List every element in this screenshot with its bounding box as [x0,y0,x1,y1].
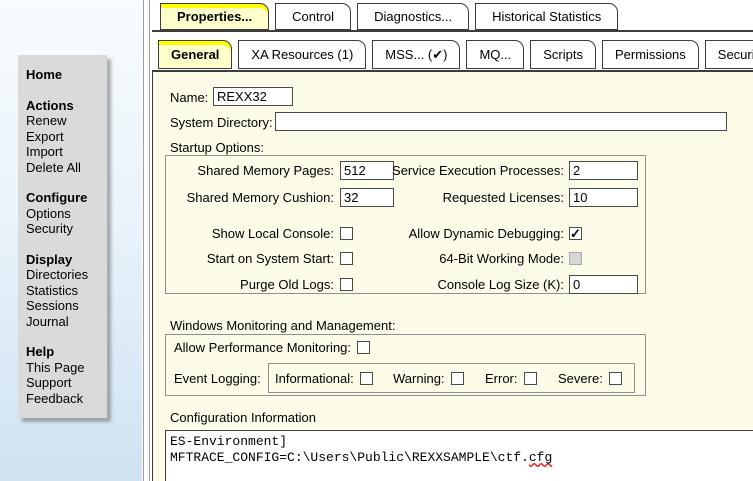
sidebar-item-statistics[interactable]: Statistics [26,283,103,299]
name-input[interactable] [213,87,293,106]
64bit-working-mode-label: 64-Bit Working Mode: [346,251,564,266]
shared-memory-pages-label: Shared Memory Pages: [166,163,334,178]
console-log-size-input[interactable] [569,275,638,294]
console-log-size-label: Console Log Size (K): [346,277,564,292]
check-icon: ✓ [570,227,581,240]
sidebar-item-options[interactable]: Options [26,206,103,222]
sidebar-heading-display: Display [26,252,103,268]
tab-mss[interactable]: MSS... (✔) [372,40,460,69]
tab-general[interactable]: General [158,40,232,69]
monitoring-groupbox: Allow Performance Monitoring: Event Logg… [165,334,646,396]
tab-mq[interactable]: MQ... [466,40,524,69]
event-logging-levels-box: Informational: Warning: Error: Severe: [268,363,635,393]
sidebar-item-sessions[interactable]: Sessions [26,298,103,314]
allow-dynamic-debugging-label: Allow Dynamic Debugging: [346,226,564,241]
sidebar-section-home: Home [26,67,103,83]
sidebar-heading-help: Help [26,344,103,360]
informational-label: Informational: [275,371,354,386]
primary-tab-baseline [152,30,753,32]
sidebar-item-support[interactable]: Support [26,375,103,391]
sidebar-heading-configure: Configure [26,190,103,206]
configuration-information-label: Configuration Information [170,410,316,425]
sidebar-item-directories[interactable]: Directories [26,267,103,283]
sidebar-item-security[interactable]: Security [26,221,103,237]
navigation-frame: Home Actions Renew Export Import Delete … [0,0,142,481]
shared-memory-cushion-label: Shared Memory Cushion: [166,190,334,205]
sidebar-section-actions: Actions Renew Export Import Delete All [26,98,103,176]
sidebar-item-this-page[interactable]: This Page [26,360,103,376]
config-line-1: ES-Environment] [170,434,287,449]
tab-properties[interactable]: Properties... [160,3,269,30]
tab-control[interactable]: Control [275,3,351,30]
show-local-console-label: Show Local Console: [166,226,334,241]
sidebar-item-journal[interactable]: Journal [26,314,103,330]
secondary-tab-bar: General XA Resources (1) MSS... (✔) MQ..… [158,40,753,69]
system-directory-input[interactable] [275,112,727,131]
sidebar-item-delete-all[interactable]: Delete All [26,160,103,176]
requested-licenses-input[interactable] [569,188,638,207]
windows-monitoring-label: Windows Monitoring and Management: [170,318,395,333]
frame-divider-line [143,0,144,481]
severe-checkbox[interactable] [609,372,622,385]
allow-performance-monitoring-checkbox[interactable] [357,341,370,354]
primary-tab-bar: Properties... Control Diagnostics... His… [160,3,618,30]
startup-options-groupbox: Shared Memory Pages: Service Execution P… [165,155,646,294]
start-on-system-start-label: Start on System Start: [166,251,334,266]
system-directory-label: System Directory: [170,115,273,130]
purge-old-logs-label: Purge Old Logs: [166,277,334,292]
sidebar-item-export[interactable]: Export [26,129,103,145]
event-logging-label: Event Logging: [174,371,261,386]
startup-options-label: Startup Options: [170,140,264,155]
warning-label: Warning: [393,371,445,386]
allow-dynamic-debugging-checkbox[interactable]: ✓ [569,227,582,240]
main-frame: Properties... Control Diagnostics... His… [150,0,753,481]
sidebar-section-configure: Configure Options Security [26,190,103,237]
tab-scripts[interactable]: Scripts [530,40,596,69]
severe-label: Severe: [558,371,603,386]
sidebar-section-display: Display Directories Statistics Sessions … [26,252,103,330]
tab-security[interactable]: Security [705,40,753,69]
name-label: Name: [170,90,208,105]
error-checkbox[interactable] [524,372,537,385]
sidebar-item-renew[interactable]: Renew [26,113,103,129]
tab-diagnostics[interactable]: Diagnostics... [357,3,469,30]
allow-performance-monitoring-label: Allow Performance Monitoring: [174,340,351,355]
admin-console-page: Home Actions Renew Export Import Delete … [0,0,753,481]
tab-historical-statistics[interactable]: Historical Statistics [475,3,618,30]
error-label: Error: [485,371,518,386]
sidebar-item-feedback[interactable]: Feedback [26,391,103,407]
service-execution-processes-input[interactable] [569,161,638,180]
configuration-information-textarea[interactable]: ES-Environment]MFTRACE_CONFIG=C:\Users\P… [165,430,753,481]
requested-licenses-label: Requested Licenses: [346,190,564,205]
config-line-2: MFTRACE_CONFIG=C:\Users\Public\REXXSAMPL… [170,450,529,465]
64bit-working-mode-checkbox-disabled [569,252,582,265]
sidebar-section-help: Help This Page Support Feedback [26,344,103,406]
tab-permissions[interactable]: Permissions [602,40,699,69]
sidebar: Home Actions Renew Export Import Delete … [18,55,107,418]
config-misspelled-word: cfg [529,450,552,465]
informational-checkbox[interactable] [360,372,373,385]
service-execution-processes-label: Service Execution Processes: [346,163,564,178]
sidebar-item-import[interactable]: Import [26,144,103,160]
general-tab-panel: Name: System Directory: Startup Options:… [152,70,753,481]
tab-xa-resources[interactable]: XA Resources (1) [238,40,366,69]
sidebar-item-home[interactable]: Home [26,67,103,83]
sidebar-heading-actions: Actions [26,98,103,114]
warning-checkbox[interactable] [451,372,464,385]
